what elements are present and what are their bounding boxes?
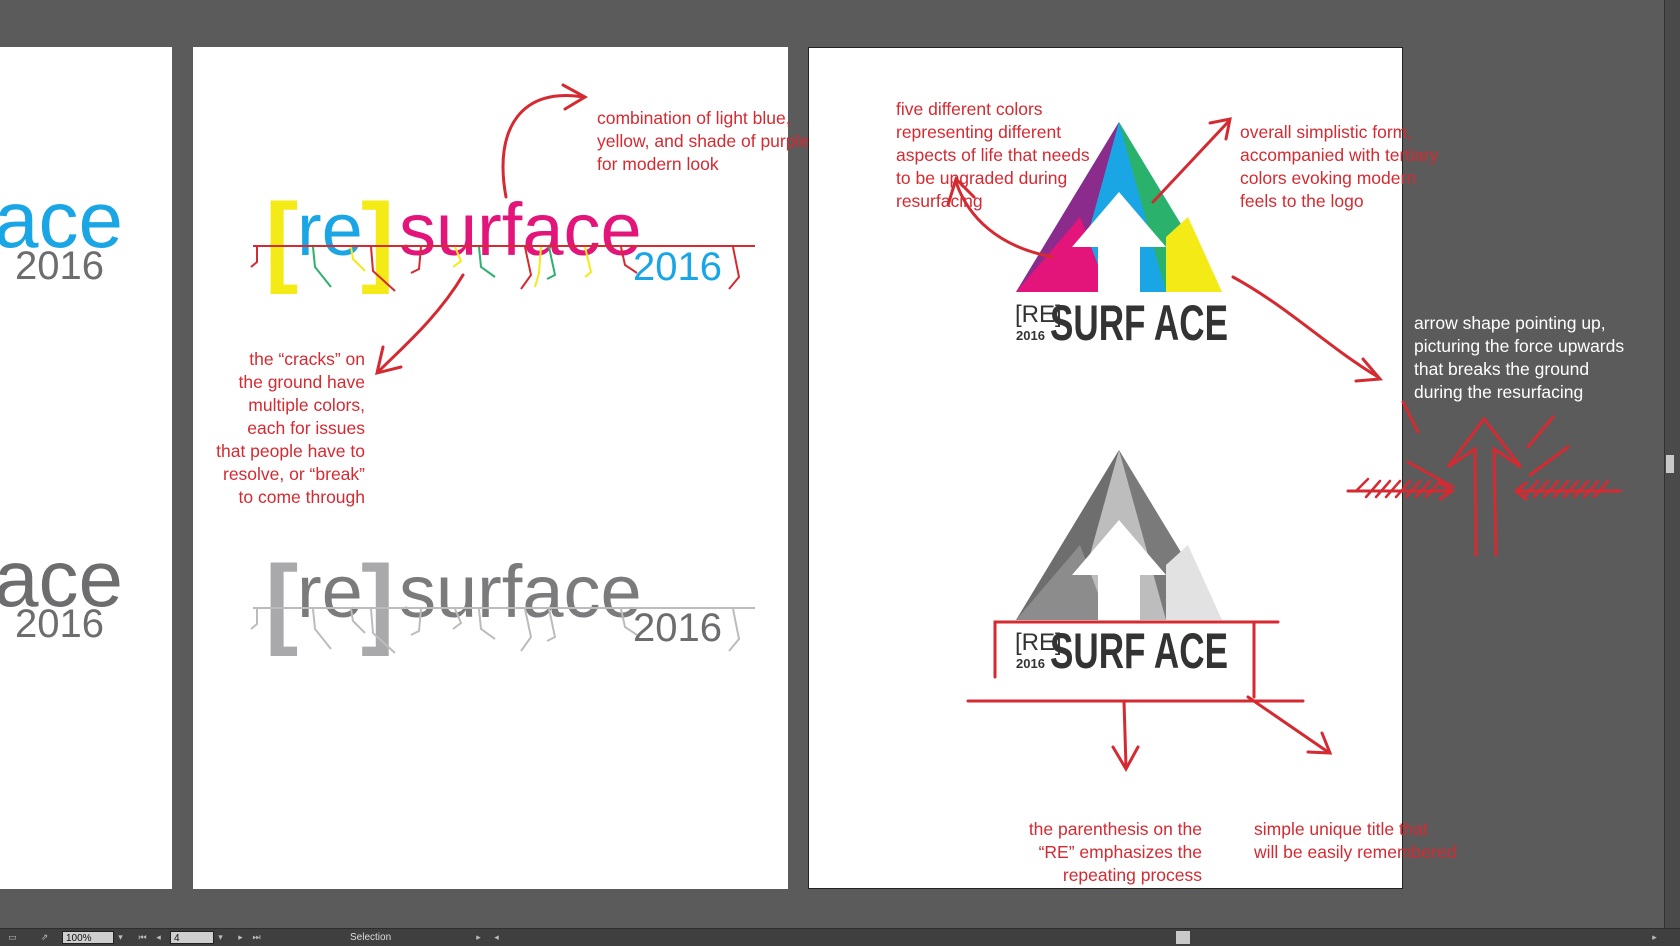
note-simplistic-form: overall simplistic form, accompanied with… (1240, 122, 1439, 211)
svg-text:[: [ (265, 545, 298, 657)
scroll-right-icon[interactable]: ▸ (1648, 931, 1661, 944)
triangle-arrow-logo-gray: [RE] 2016 SURF ACE (1015, 450, 1228, 679)
year-top-label: 2016 (15, 244, 104, 288)
scroll-left-icon[interactable]: ◂ (490, 931, 503, 944)
note-simple-title: simple unique title that will be easily r… (1254, 819, 1457, 862)
svg-text:SURF ACE: SURF ACE (1050, 295, 1228, 351)
last-artboard-icon[interactable]: ⏭ (250, 931, 263, 944)
prev-artboard-icon[interactable]: ◂ (152, 931, 165, 944)
artboard-dropdown-icon[interactable]: ▾ (214, 931, 227, 944)
svg-text:2016: 2016 (633, 606, 722, 650)
svg-text:2016: 2016 (1016, 656, 1045, 671)
zoom-dropdown-icon[interactable]: ▾ (114, 931, 127, 944)
status-menu-icon[interactable]: ▸ (472, 931, 485, 944)
svg-text:]: ] (361, 545, 394, 657)
svg-text:SURF ACE: SURF ACE (1050, 623, 1228, 679)
logo-year: 2016 (633, 245, 722, 289)
note-arrow-shape: arrow shape pointing up, picturing the fo… (1414, 313, 1625, 402)
artboard-number-field[interactable]: 4 (170, 931, 214, 944)
note-parenthesis: the parenthesis on the “RE” emphasizes th… (1028, 819, 1202, 885)
vertical-scrollbar-thumb[interactable] (1666, 455, 1674, 473)
year-bottom-label: 2016 (15, 602, 104, 646)
svg-text:[: [ (265, 183, 298, 295)
svg-text:]: ] (361, 183, 394, 295)
status-bar: ▭ ⇗ 100% ▾ ⏮ ◂ 4 ▾ ▸ ⏭ Selection ▸ ◂ ▸ (0, 928, 1680, 946)
horizontal-scrollbar-thumb[interactable] (1176, 931, 1190, 944)
svg-text:surface: surface (399, 550, 642, 633)
next-artboard-icon[interactable]: ▸ (234, 931, 247, 944)
export-icon[interactable]: ⇗ (38, 931, 51, 944)
note-five-colors: five different colors representing differ… (896, 99, 1090, 211)
current-tool-label: Selection (350, 932, 392, 943)
first-artboard-icon[interactable]: ⏮ (136, 931, 149, 944)
zoom-field[interactable]: 100% (62, 931, 114, 944)
note-colors: combination of light blue, yellow, and sh… (597, 108, 810, 174)
resurface-logo-gray: [ re ] surface 2016 (250, 545, 755, 657)
artboard-1-art: ace 2016 ace 2016 (0, 175, 123, 646)
document-canvas[interactable]: ace 2016 ace 2016 [ re ] surface 2016 [… (0, 0, 1680, 945)
note-cracks: the “cracks” on the ground have multiple c… (216, 349, 365, 507)
svg-text:2016: 2016 (1016, 328, 1045, 343)
artboard-tool-icon[interactable]: ▭ (6, 931, 19, 944)
